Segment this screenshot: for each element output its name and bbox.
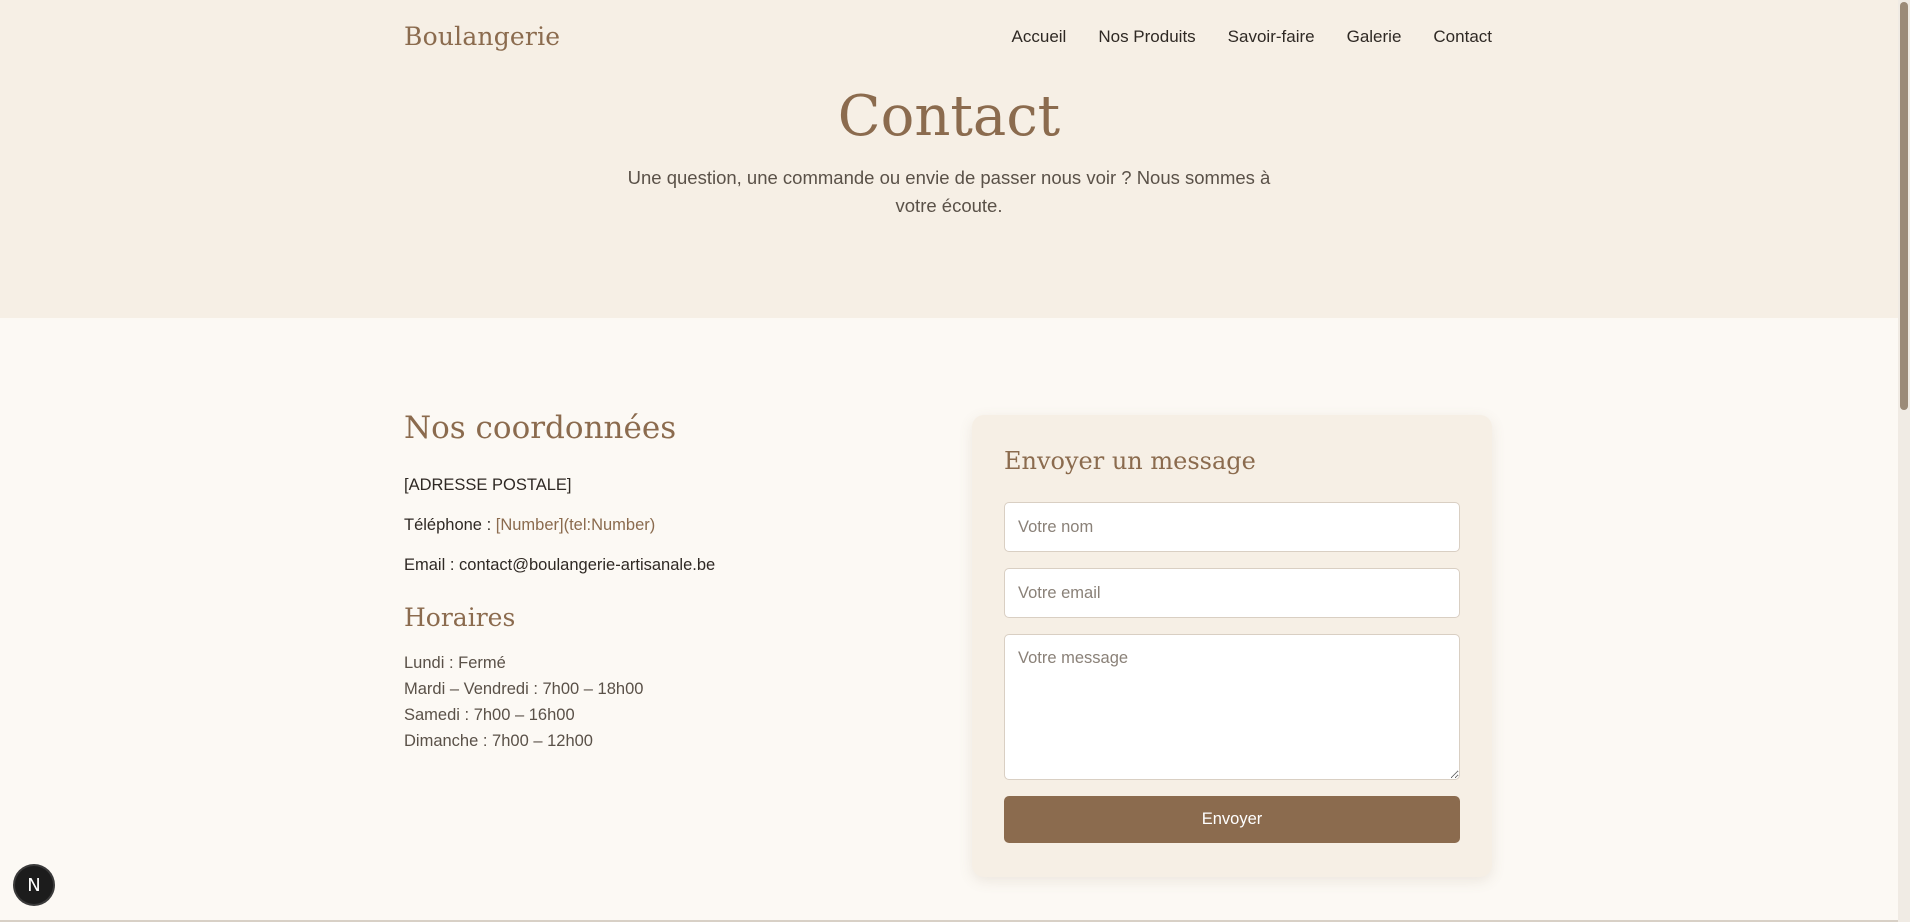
hours-item: Dimanche : 7h00 – 12h00 (404, 732, 593, 750)
phone-label: Téléphone : (404, 516, 496, 534)
hours-item: Mardi – Vendredi : 7h00 – 18h00 (404, 680, 644, 698)
hero-section: Boulangerie Accueil Nos Produits Savoir-… (0, 0, 1898, 318)
email-line: Email : contact@boulangerie-artisanale.b… (404, 556, 715, 575)
nav-savoir-faire[interactable]: Savoir-faire (1228, 27, 1315, 47)
page: Boulangerie Accueil Nos Produits Savoir-… (0, 0, 1910, 922)
email-value: contact@boulangerie-artisanale.be (459, 556, 716, 574)
contact-form: Envoyer un message Envoyer (972, 415, 1492, 877)
hours-list: Lundi : Fermé Mardi – Vendredi : 7h00 – … (404, 650, 643, 754)
contact-info-title: Nos coordonnées (404, 410, 677, 446)
main-nav: Accueil Nos Produits Savoir-faire Galeri… (1012, 27, 1492, 47)
message-input[interactable] (1004, 634, 1460, 780)
contact-info: Nos coordonnées [ADRESSE POSTALE] Téléph… (404, 410, 924, 750)
hours-item: Samedi : 7h00 – 16h00 (404, 706, 575, 724)
brand-logo[interactable]: Boulangerie (404, 22, 560, 51)
email-label: Email : (404, 556, 460, 574)
scrollbar-thumb[interactable] (1900, 2, 1908, 410)
name-input[interactable] (1004, 502, 1460, 552)
form-title: Envoyer un message (1004, 447, 1256, 475)
send-button[interactable]: Envoyer (1004, 796, 1460, 843)
nav-accueil[interactable]: Accueil (1012, 27, 1067, 47)
nav-contact[interactable]: Contact (1433, 27, 1492, 47)
page-title: Contact (837, 84, 1061, 149)
postal-address: [ADRESSE POSTALE] (404, 476, 572, 494)
page-subtitle: Une question, une commande ou envie de p… (627, 167, 1271, 216)
nav-galerie[interactable]: Galerie (1347, 27, 1402, 47)
n-badge-icon[interactable]: N (15, 866, 53, 904)
nav-nos-produits[interactable]: Nos Produits (1098, 27, 1195, 47)
hours-title: Horaires (404, 603, 516, 632)
phone-link[interactable]: [Number](tel:Number) (496, 516, 656, 534)
scrollbar[interactable] (1898, 0, 1910, 922)
phone-line: Téléphone : [Number](tel:Number) (404, 516, 655, 535)
email-input[interactable] (1004, 568, 1460, 618)
hours-item: Lundi : Fermé (404, 654, 506, 672)
